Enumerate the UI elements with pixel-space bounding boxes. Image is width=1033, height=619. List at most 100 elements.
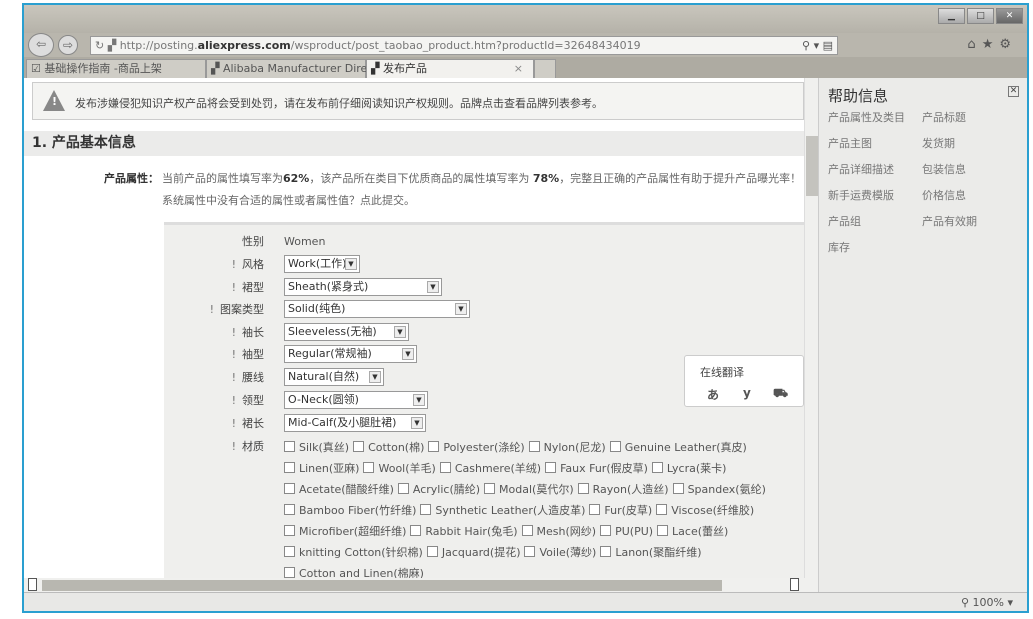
scrollbar-thumb[interactable]	[42, 580, 722, 591]
checkbox-icon[interactable]	[577, 483, 589, 494]
material-checkbox[interactable]: Viscose(纤维胶)	[656, 504, 754, 517]
checkbox-icon[interactable]	[284, 546, 295, 557]
material-checkbox[interactable]: Acetate(醋酸纤维)	[284, 483, 394, 496]
material-checkbox[interactable]: Linen(亚麻)	[284, 462, 359, 475]
material-checkbox[interactable]: Rabbit Hair(兔毛)	[410, 525, 518, 538]
checkbox-icon[interactable]	[672, 483, 684, 494]
dictionary-icon[interactable]: ⛟	[773, 386, 788, 402]
material-checkbox[interactable]: Polyester(涤纶)	[428, 441, 525, 454]
checkbox-icon[interactable]	[410, 525, 422, 536]
checkbox-icon[interactable]	[284, 525, 295, 536]
material-checkbox[interactable]: Voile(薄纱)	[524, 546, 596, 559]
tab-alibaba[interactable]: ▞ Alibaba Manufacturer Direc...	[206, 59, 384, 78]
material-checkbox[interactable]: Spandex(氨纶)	[672, 483, 766, 496]
checkbox-icon[interactable]	[600, 525, 612, 536]
checkbox-icon[interactable]	[589, 504, 601, 515]
checkbox-icon[interactable]	[651, 462, 663, 473]
material-checkbox[interactable]: Bamboo Fiber(竹纤维)	[284, 504, 416, 517]
material-checkbox[interactable]: Rayon(人造丝)	[577, 483, 669, 496]
help-link[interactable]: 产品有效期	[922, 213, 977, 229]
checkbox-icon[interactable]	[284, 441, 295, 452]
checkbox-icon[interactable]	[609, 441, 621, 452]
material-checkbox[interactable]: Genuine Leather(真皮)	[609, 441, 747, 454]
submit-attribute-link[interactable]: 系统属性中没有合适的属性或者属性值？点此提交。	[162, 192, 415, 208]
horizontal-scrollbar[interactable]	[24, 578, 818, 592]
checkbox-icon[interactable]	[284, 462, 295, 473]
star-icon[interactable]: ★	[982, 37, 1000, 52]
maximize-button[interactable]: □	[967, 8, 994, 24]
help-link[interactable]: 库存	[828, 239, 850, 255]
checkbox-icon[interactable]	[420, 504, 432, 515]
translate-icon[interactable]: あ	[707, 386, 719, 403]
new-tab-button[interactable]	[534, 59, 556, 78]
checkbox-icon[interactable]	[524, 546, 536, 557]
help-link[interactable]: 产品组	[828, 213, 861, 229]
close-button[interactable]: ✕	[996, 8, 1023, 24]
checkbox-icon[interactable]	[528, 441, 540, 452]
material-checkbox[interactable]: Cotton(棉)	[353, 441, 424, 454]
sleeve-type-select[interactable]: Regular(常规袖) ▼	[284, 345, 417, 363]
material-checkbox[interactable]: Modal(莫代尔)	[484, 483, 574, 496]
checkbox-icon[interactable]	[428, 441, 440, 452]
material-checkbox[interactable]: Silk(真丝)	[284, 441, 349, 454]
tab-guide[interactable]: ☑ 基础操作指南 -商品上架	[26, 59, 206, 78]
material-checkbox[interactable]: Microfiber(超细纤维)	[284, 525, 406, 538]
material-checkbox[interactable]: Synthetic Leather(人造皮革)	[420, 504, 585, 517]
forward-icon[interactable]: ⇨	[58, 35, 78, 55]
back-icon[interactable]: ⇦	[28, 33, 54, 57]
checkbox-icon[interactable]	[484, 483, 496, 494]
material-checkbox[interactable]: Acrylic(腈纶)	[397, 483, 480, 496]
tab-close-icon[interactable]: ×	[514, 60, 523, 77]
checkbox-icon[interactable]	[600, 546, 612, 557]
checkbox-icon[interactable]	[657, 525, 669, 536]
material-checkbox[interactable]: Mesh(网纱)	[521, 525, 596, 538]
pattern-select[interactable]: Solid(纯色) ▼	[284, 300, 470, 318]
gear-icon[interactable]: ⚙	[999, 37, 1017, 52]
help-link[interactable]: 包装信息	[922, 161, 966, 177]
checkbox-icon[interactable]	[545, 462, 557, 473]
material-checkbox[interactable]: Lycra(莱卡)	[651, 462, 726, 475]
checkbox-icon[interactable]	[656, 504, 668, 515]
help-link[interactable]: 产品属性及类目	[828, 109, 905, 125]
scrollbar-thumb[interactable]	[806, 136, 818, 196]
help-link[interactable]: 产品标题	[922, 109, 966, 125]
youdao-icon[interactable]: y	[743, 386, 751, 400]
sleeve-length-select[interactable]: Sleeveless(无袖) ▼	[284, 323, 409, 341]
scroll-left-button[interactable]	[28, 578, 37, 591]
checkbox-icon[interactable]	[363, 462, 375, 473]
dress-length-select[interactable]: Mid-Calf(及小腿肚裙) ▼	[284, 414, 426, 432]
minimize-button[interactable]: ▁	[938, 8, 965, 24]
neckline-select[interactable]: O-Neck(圆领) ▼	[284, 391, 428, 409]
material-checkbox[interactable]: Lace(蕾丝)	[657, 525, 728, 538]
style-select[interactable]: Work(工作) ▼	[284, 255, 360, 273]
waistline-select[interactable]: Natural(自然) ▼	[284, 368, 384, 386]
refresh-icon[interactable]: ↻	[95, 39, 108, 52]
address-bar[interactable]: ↻ ▞ http://posting.aliexpress.com/wsprod…	[90, 36, 838, 55]
help-link[interactable]: 新手运费模版	[828, 187, 894, 203]
search-icon[interactable]: ⚲ ▾ ▤	[802, 37, 833, 54]
home-icon[interactable]: ⌂	[967, 37, 981, 52]
checkbox-icon[interactable]	[284, 567, 295, 578]
vertical-scrollbar[interactable]	[804, 78, 818, 590]
material-checkbox[interactable]: Jacquard(提花)	[426, 546, 520, 559]
checkbox-icon[interactable]	[284, 483, 295, 494]
material-checkbox[interactable]: knitting Cotton(针织棉)	[284, 546, 423, 559]
help-link[interactable]: 发货期	[922, 135, 955, 151]
zoom-control[interactable]: ⚲ 100% ▾	[961, 596, 1013, 609]
help-link[interactable]: 产品详细描述	[828, 161, 894, 177]
material-checkbox[interactable]: Fur(皮草)	[589, 504, 652, 517]
help-link[interactable]: 价格信息	[922, 187, 966, 203]
material-checkbox[interactable]: Wool(羊毛)	[363, 462, 436, 475]
checkbox-icon[interactable]	[426, 546, 438, 557]
material-checkbox[interactable]: Cashmere(羊绒)	[439, 462, 541, 475]
checkbox-icon[interactable]	[439, 462, 451, 473]
checkbox-icon[interactable]	[397, 483, 409, 494]
material-checkbox[interactable]: PU(PU)	[600, 525, 653, 538]
material-checkbox[interactable]: Nylon(尼龙)	[528, 441, 606, 454]
checkbox-icon[interactable]	[353, 441, 365, 452]
checkbox-icon[interactable]	[521, 525, 533, 536]
scroll-right-button[interactable]	[790, 578, 799, 591]
checkbox-icon[interactable]	[284, 504, 295, 515]
close-icon[interactable]: ✕	[1008, 86, 1019, 97]
material-checkbox[interactable]: Lanon(聚酯纤维)	[600, 546, 702, 559]
